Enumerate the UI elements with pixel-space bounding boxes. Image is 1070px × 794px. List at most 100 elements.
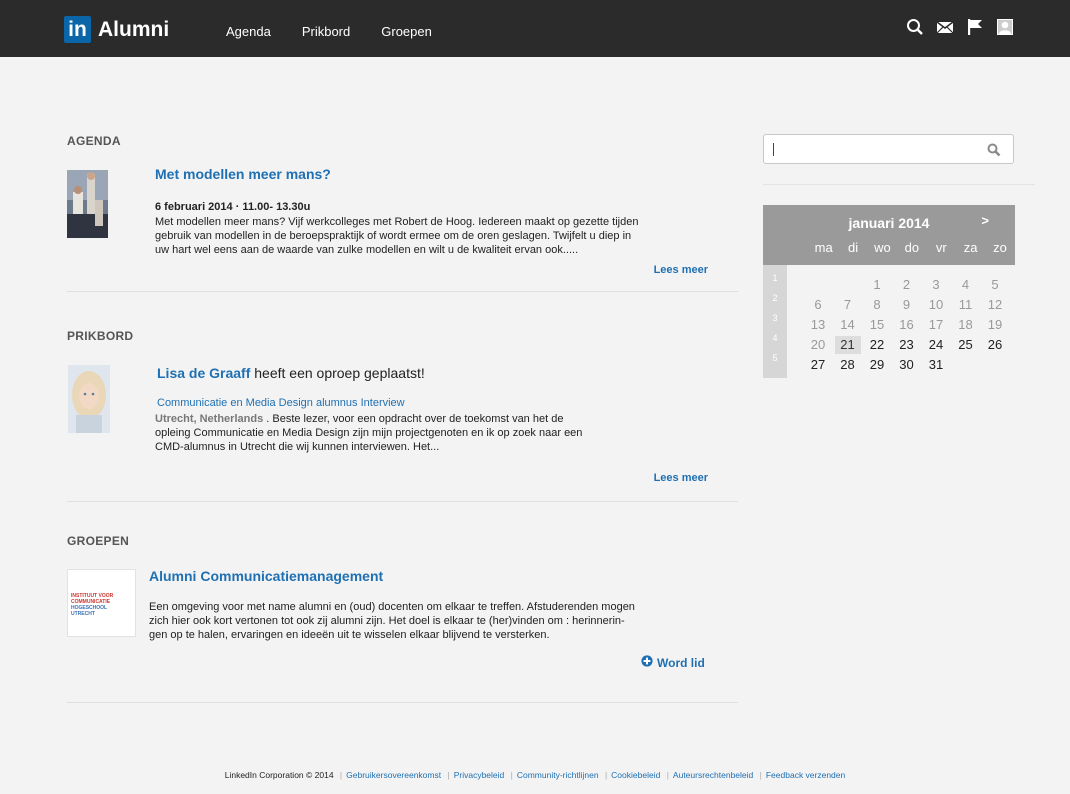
search-icon[interactable] <box>987 143 1001 162</box>
calendar-day[interactable]: 18 <box>953 316 979 334</box>
calendar-day[interactable]: 2 <box>894 276 920 294</box>
agenda-description-line: uw hart wel eens aan de waarde van zulke… <box>155 244 579 256</box>
agenda-description-line: Met modellen meer mans? Vijf werkcollege… <box>155 216 639 228</box>
calendar-day[interactable]: 8 <box>864 296 890 314</box>
prikbord-read-more-link[interactable]: Lees meer <box>654 472 708 484</box>
poster-name-link[interactable]: Lisa de Graaff <box>157 365 250 381</box>
poster-location: Utrecht, Netherlands <box>155 413 264 425</box>
prikbord-subject-link[interactable]: Communicatie en Media Design alumnus Int… <box>157 397 405 409</box>
calendar-day[interactable]: 25 <box>953 336 979 354</box>
calendar-day[interactable]: 16 <box>894 316 920 334</box>
calendar-day[interactable]: 11 <box>953 296 979 314</box>
calendar-day[interactable]: 24 <box>923 336 949 354</box>
calendar-header: januari 2014 > ma di wo do vr za zo <box>763 205 1015 265</box>
calendar-day[interactable]: 14 <box>835 316 861 334</box>
section-divider <box>67 702 738 703</box>
prikbord-description-line: Beste lezer, voor een opdracht over de t… <box>272 413 564 425</box>
calendar-day[interactable]: 30 <box>894 356 920 374</box>
calendar-day[interactable]: 13 <box>805 316 831 334</box>
calendar-day[interactable]: 27 <box>805 356 831 374</box>
calendar-day[interactable]: 3 <box>923 276 949 294</box>
join-group-button[interactable]: Word lid <box>641 654 705 672</box>
footer: LinkedIn Corporation © 2014 | Gebruikerso… <box>224 770 846 780</box>
calendar-day[interactable]: 12 <box>982 296 1008 314</box>
weekday-label: vr <box>935 240 947 255</box>
calendar-day[interactable]: 26 <box>982 336 1008 354</box>
footer-link-copyright[interactable]: Auteursrechtenbeleid <box>673 770 753 780</box>
agenda-item-image[interactable] <box>67 170 108 238</box>
calendar-day[interactable]: 19 <box>982 316 1008 334</box>
location-separator: . <box>263 413 273 425</box>
weekday-label: zo <box>993 240 1007 255</box>
group-description: Een omgeving voor met name alumni en (ou… <box>149 600 729 642</box>
poster-avatar[interactable] <box>68 365 110 433</box>
agenda-item-description: Met modellen meer mans? Vijf werkcollege… <box>155 215 715 257</box>
prikbord-description: Utrecht, Netherlands . Beste lezer, voor… <box>155 412 715 454</box>
search-icon[interactable] <box>906 18 924 36</box>
footer-link-feedback[interactable]: Feedback verzenden <box>766 770 845 780</box>
prikbord-section-title: PRIKBORD <box>67 329 134 343</box>
group-logo[interactable]: INSTITUUT VOOR COMMUNICATIE HOGESCHOOL U… <box>67 569 136 637</box>
group-description-line: Een omgeving voor met name alumni en (ou… <box>149 601 635 613</box>
calendar-day[interactable]: 29 <box>864 356 890 374</box>
nav-groepen[interactable]: Groepen <box>381 24 432 39</box>
group-description-line: gen op te halen, ervaringen en ideeën ui… <box>149 629 550 641</box>
calendar-next-button[interactable]: > <box>981 213 989 228</box>
section-divider <box>67 501 738 502</box>
calendar-day[interactable]: 21 <box>834 336 861 354</box>
calendar-day[interactable]: 23 <box>894 336 920 354</box>
nav-prikbord[interactable]: Prikbord <box>302 24 350 39</box>
group-title-link[interactable]: Alumni Communicatiemanagement <box>149 568 383 584</box>
calendar-day[interactable]: 6 <box>805 296 831 314</box>
groepen-section-title: GROEPEN <box>67 534 130 548</box>
prikbord-description-line: opleing Communicatie en Media Design zij… <box>155 427 583 439</box>
linkedin-alumni-logo[interactable]: in Alumni <box>64 16 169 43</box>
group-logo-line: UTRECHT <box>71 611 95 617</box>
weekday-label: di <box>848 240 859 255</box>
calendar-day[interactable]: 1 <box>864 276 890 294</box>
prikbord-action-text: heeft een oproep geplaatst! <box>250 365 425 381</box>
mail-icon[interactable] <box>936 18 954 36</box>
calendar-day[interactable]: 10 <box>923 296 949 314</box>
week-number: 5 <box>772 353 778 363</box>
calendar-day[interactable]: 9 <box>894 296 920 314</box>
plus-circle-icon <box>641 654 653 672</box>
agenda-section-title: AGENDA <box>67 134 121 148</box>
week-number: 3 <box>772 313 778 323</box>
footer-link-privacy[interactable]: Privacybeleid <box>454 770 505 780</box>
main-nav: Agenda Prikbord Groepen <box>226 24 463 39</box>
weekday-label: ma <box>814 240 833 255</box>
agenda-read-more-link[interactable]: Lees meer <box>654 264 708 276</box>
agenda-description-line: gebruik van modellen in de beroepsprakti… <box>155 230 632 242</box>
weekday-label: do <box>904 240 920 255</box>
section-divider <box>67 291 738 292</box>
footer-link-terms[interactable]: Gebruikersovereenkomst <box>346 770 441 780</box>
agenda-item-date: 6 februari 2014 · 11.00- 13.30u <box>155 201 311 213</box>
calendar-day[interactable]: 15 <box>864 316 890 334</box>
calendar-day[interactable]: 7 <box>835 296 861 314</box>
calendar-day[interactable]: 4 <box>953 276 979 294</box>
calendar-day[interactable]: 5 <box>982 276 1008 294</box>
calendar-day[interactable]: 31 <box>923 356 949 374</box>
profile-icon[interactable] <box>996 18 1014 36</box>
footer-link-cookies[interactable]: Cookiebeleid <box>611 770 660 780</box>
join-group-label: Word lid <box>657 656 705 670</box>
week-number: 1 <box>772 273 778 283</box>
nav-agenda[interactable]: Agenda <box>226 24 271 39</box>
footer-link-community[interactable]: Community-richtlijnen <box>517 770 599 780</box>
calendar-day[interactable]: 22 <box>864 336 890 354</box>
flag-icon[interactable] <box>966 18 984 36</box>
agenda-item-title[interactable]: Met modellen meer mans? <box>155 166 331 182</box>
prikbord-headline: Lisa de Graaff heeft een oproep geplaats… <box>157 365 425 381</box>
linkedin-logo-mark: in <box>64 16 91 43</box>
calendar-weekdays: ma di wo do vr za zo <box>809 240 1015 255</box>
calendar-day[interactable]: 17 <box>923 316 949 334</box>
prikbord-description-line: CMD-alumnus in Utrecht die wij kunnen in… <box>155 441 440 453</box>
calendar-day[interactable]: 28 <box>835 356 861 374</box>
week-number: 2 <box>772 293 778 303</box>
calendar-widget: januari 2014 > ma di wo do vr za zo 1 2 … <box>763 205 1015 378</box>
calendar-day[interactable]: 20 <box>805 336 831 354</box>
logo-text: Alumni <box>98 17 170 41</box>
search-box[interactable] <box>763 134 1014 164</box>
weekday-label: za <box>963 240 978 255</box>
